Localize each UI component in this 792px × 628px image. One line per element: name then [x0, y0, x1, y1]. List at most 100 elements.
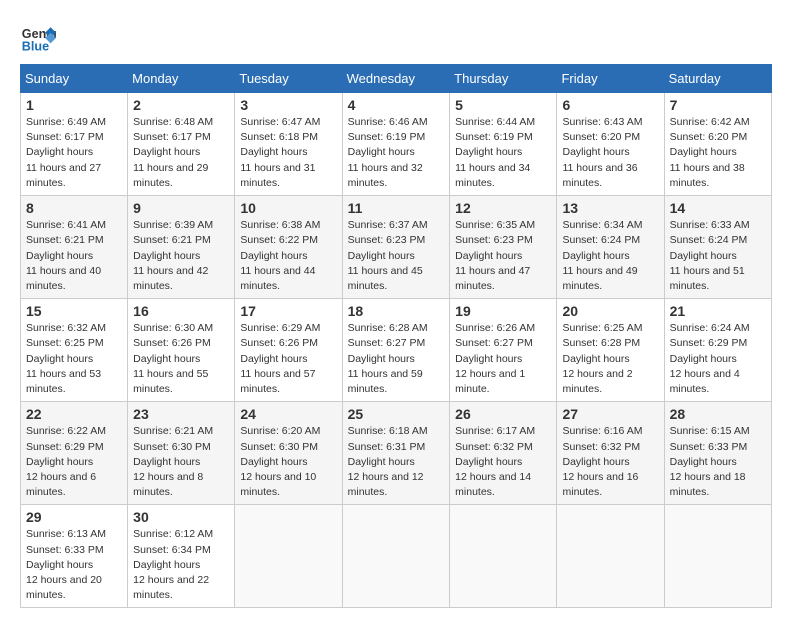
weekday-header-friday: Friday: [557, 65, 664, 93]
day-info: Sunrise: 6:21 AMSunset: 6:30 PMDaylight …: [133, 424, 229, 500]
day-number: 23: [133, 406, 229, 422]
day-number: 8: [26, 200, 122, 216]
day-number: 29: [26, 509, 122, 525]
calendar-cell: 10 Sunrise: 6:38 AMSunset: 6:22 PMDayligh…: [235, 196, 342, 299]
day-number: 3: [240, 97, 336, 113]
calendar-cell: 2Sunrise: 6:48 AMSunset: 6:17 PMDaylight…: [128, 93, 235, 196]
day-info: Sunrise: 6:26 AMSunset: 6:27 PMDaylight …: [455, 321, 551, 397]
day-info: Sunrise: 6:32 AMSunset: 6:25 PMDaylight …: [26, 321, 122, 397]
calendar-cell: 28 Sunrise: 6:15 AMSunset: 6:33 PMDayligh…: [664, 402, 771, 505]
day-info: Sunrise: 6:39 AMSunset: 6:21 PMDaylight …: [133, 218, 229, 294]
day-number: 17: [240, 303, 336, 319]
day-info: Sunrise: 6:44 AMSunset: 6:19 PMDaylight …: [455, 115, 551, 191]
calendar-cell: 5 Sunrise: 6:44 AMSunset: 6:19 PMDaylight…: [450, 93, 557, 196]
day-number: 21: [670, 303, 766, 319]
weekday-header-thursday: Thursday: [450, 65, 557, 93]
day-number: 15: [26, 303, 122, 319]
weekday-header-saturday: Saturday: [664, 65, 771, 93]
calendar-cell: [342, 505, 450, 608]
day-number: 30: [133, 509, 229, 525]
day-info: Sunrise: 6:12 AMSunset: 6:34 PMDaylight …: [133, 527, 229, 603]
day-info: Sunrise: 6:41 AMSunset: 6:21 PMDaylight …: [26, 218, 122, 294]
day-number: 18: [348, 303, 445, 319]
day-info: Sunrise: 6:16 AMSunset: 6:32 PMDaylight …: [562, 424, 658, 500]
calendar-cell: 3 Sunrise: 6:47 AMSunset: 6:18 PMDaylight…: [235, 93, 342, 196]
svg-text:Blue: Blue: [22, 40, 49, 54]
calendar-cell: 24 Sunrise: 6:20 AMSunset: 6:30 PMDayligh…: [235, 402, 342, 505]
day-info: Sunrise: 6:35 AMSunset: 6:23 PMDaylight …: [455, 218, 551, 294]
calendar-cell: [450, 505, 557, 608]
calendar-cell: 29 Sunrise: 6:13 AMSunset: 6:33 PMDayligh…: [21, 505, 128, 608]
day-number: 12: [455, 200, 551, 216]
day-info: Sunrise: 6:24 AMSunset: 6:29 PMDaylight …: [670, 321, 766, 397]
day-number: 26: [455, 406, 551, 422]
day-number: 10: [240, 200, 336, 216]
calendar-cell: 8 Sunrise: 6:41 AMSunset: 6:21 PMDaylight…: [21, 196, 128, 299]
day-number: 24: [240, 406, 336, 422]
calendar-cell: 1Sunrise: 6:49 AMSunset: 6:17 PMDaylight…: [21, 93, 128, 196]
calendar-cell: 25 Sunrise: 6:18 AMSunset: 6:31 PMDayligh…: [342, 402, 450, 505]
calendar-week-2: 8 Sunrise: 6:41 AMSunset: 6:21 PMDaylight…: [21, 196, 772, 299]
weekday-header-tuesday: Tuesday: [235, 65, 342, 93]
calendar-cell: 20 Sunrise: 6:25 AMSunset: 6:28 PMDayligh…: [557, 299, 664, 402]
calendar-cell: 4 Sunrise: 6:46 AMSunset: 6:19 PMDaylight…: [342, 93, 450, 196]
day-info: Sunrise: 6:47 AMSunset: 6:18 PMDaylight …: [240, 115, 336, 191]
calendar-cell: 30 Sunrise: 6:12 AMSunset: 6:34 PMDayligh…: [128, 505, 235, 608]
day-info: Sunrise: 6:20 AMSunset: 6:30 PMDaylight …: [240, 424, 336, 500]
day-info: Sunrise: 6:25 AMSunset: 6:28 PMDaylight …: [562, 321, 658, 397]
calendar-cell: 14 Sunrise: 6:33 AMSunset: 6:24 PMDayligh…: [664, 196, 771, 299]
day-info: Sunrise: 6:37 AMSunset: 6:23 PMDaylight …: [348, 218, 445, 294]
day-number: 20: [562, 303, 658, 319]
calendar-cell: 12 Sunrise: 6:35 AMSunset: 6:23 PMDayligh…: [450, 196, 557, 299]
calendar-cell: [664, 505, 771, 608]
day-info: Sunrise: 6:22 AMSunset: 6:29 PMDaylight …: [26, 424, 122, 500]
calendar-week-4: 22 Sunrise: 6:22 AMSunset: 6:29 PMDayligh…: [21, 402, 772, 505]
day-info: Sunrise: 6:34 AMSunset: 6:24 PMDaylight …: [562, 218, 658, 294]
calendar-cell: 11 Sunrise: 6:37 AMSunset: 6:23 PMDayligh…: [342, 196, 450, 299]
calendar-cell: 18Sunrise: 6:28 AMSunset: 6:27 PMDayligh…: [342, 299, 450, 402]
page-header: General Blue: [20, 20, 772, 56]
day-number: 22: [26, 406, 122, 422]
calendar-table: SundayMondayTuesdayWednesdayThursdayFrid…: [20, 64, 772, 608]
day-number: 13: [562, 200, 658, 216]
calendar-cell: 19 Sunrise: 6:26 AMSunset: 6:27 PMDayligh…: [450, 299, 557, 402]
day-number: 7: [670, 97, 766, 113]
day-number: 28: [670, 406, 766, 422]
weekday-header-wednesday: Wednesday: [342, 65, 450, 93]
day-number: 6: [562, 97, 658, 113]
calendar-week-1: 1Sunrise: 6:49 AMSunset: 6:17 PMDaylight…: [21, 93, 772, 196]
day-number: 27: [562, 406, 658, 422]
calendar-cell: 22 Sunrise: 6:22 AMSunset: 6:29 PMDayligh…: [21, 402, 128, 505]
day-number: 14: [670, 200, 766, 216]
calendar-cell: 16Sunrise: 6:30 AMSunset: 6:26 PMDayligh…: [128, 299, 235, 402]
calendar-week-3: 15 Sunrise: 6:32 AMSunset: 6:25 PMDayligh…: [21, 299, 772, 402]
calendar-cell: [235, 505, 342, 608]
calendar-cell: 15 Sunrise: 6:32 AMSunset: 6:25 PMDayligh…: [21, 299, 128, 402]
day-info: Sunrise: 6:49 AMSunset: 6:17 PMDaylight …: [26, 115, 122, 191]
day-info: Sunrise: 6:15 AMSunset: 6:33 PMDaylight …: [670, 424, 766, 500]
calendar-cell: 21 Sunrise: 6:24 AMSunset: 6:29 PMDayligh…: [664, 299, 771, 402]
day-info: Sunrise: 6:33 AMSunset: 6:24 PMDaylight …: [670, 218, 766, 294]
day-number: 9: [133, 200, 229, 216]
day-info: Sunrise: 6:18 AMSunset: 6:31 PMDaylight …: [348, 424, 445, 500]
calendar-cell: 6 Sunrise: 6:43 AMSunset: 6:20 PMDaylight…: [557, 93, 664, 196]
calendar-cell: 17Sunrise: 6:29 AMSunset: 6:26 PMDayligh…: [235, 299, 342, 402]
day-info: Sunrise: 6:13 AMSunset: 6:33 PMDaylight …: [26, 527, 122, 603]
day-number: 19: [455, 303, 551, 319]
weekday-header-sunday: Sunday: [21, 65, 128, 93]
day-info: Sunrise: 6:42 AMSunset: 6:20 PMDaylight …: [670, 115, 766, 191]
day-number: 4: [348, 97, 445, 113]
calendar-cell: 9 Sunrise: 6:39 AMSunset: 6:21 PMDaylight…: [128, 196, 235, 299]
day-info: Sunrise: 6:46 AMSunset: 6:19 PMDaylight …: [348, 115, 445, 191]
day-info: Sunrise: 6:48 AMSunset: 6:17 PMDaylight …: [133, 115, 229, 191]
day-info: Sunrise: 6:43 AMSunset: 6:20 PMDaylight …: [562, 115, 658, 191]
day-info: Sunrise: 6:17 AMSunset: 6:32 PMDaylight …: [455, 424, 551, 500]
day-info: Sunrise: 6:38 AMSunset: 6:22 PMDaylight …: [240, 218, 336, 294]
calendar-cell: 23 Sunrise: 6:21 AMSunset: 6:30 PMDayligh…: [128, 402, 235, 505]
logo-icon: General Blue: [20, 20, 56, 56]
day-number: 5: [455, 97, 551, 113]
day-number: 11: [348, 200, 445, 216]
day-number: 25: [348, 406, 445, 422]
day-number: 16: [133, 303, 229, 319]
calendar-cell: 13 Sunrise: 6:34 AMSunset: 6:24 PMDayligh…: [557, 196, 664, 299]
